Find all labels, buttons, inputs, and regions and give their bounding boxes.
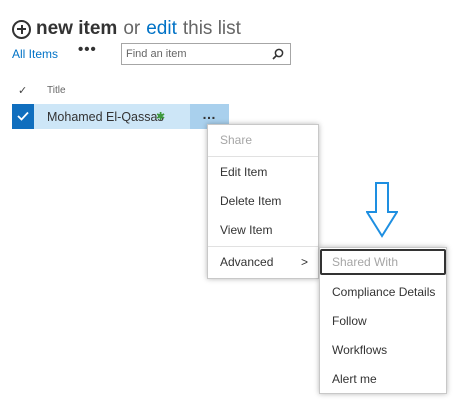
row-checkbox[interactable] (12, 104, 34, 129)
new-item-icon: ✱ (156, 111, 166, 123)
item-context-menu: Share Edit Item Delete Item View Item Ad… (207, 124, 319, 279)
menu-item-delete-item[interactable]: Delete Item (208, 188, 318, 214)
submenu-item-label: Follow (332, 314, 367, 328)
menu-item-label: Edit Item (220, 165, 268, 179)
submenu-item-label: Compliance Details (332, 285, 436, 299)
header-or-text: or (123, 18, 141, 39)
submenu-item-alert-me[interactable]: Alert me (320, 366, 446, 392)
view-options-ellipsis[interactable]: ••• (78, 41, 97, 58)
search-box (121, 43, 291, 65)
add-circle-icon[interactable] (12, 19, 31, 39)
select-all-check[interactable]: ✓ (18, 84, 27, 97)
menu-item-edit-item[interactable]: Edit Item (208, 159, 318, 185)
menu-item-label: Delete Item (220, 194, 282, 208)
down-arrow-icon (366, 182, 398, 238)
item-title-link[interactable]: Mohamed El-Qassas (47, 110, 164, 124)
menu-item-view-item[interactable]: View Item (208, 217, 318, 243)
advanced-submenu: Shared With Compliance Details Follow Wo… (319, 247, 447, 394)
submenu-item-shared-with[interactable]: Shared With (320, 249, 446, 275)
menu-item-label: View Item (220, 223, 273, 237)
submenu-item-label: Shared With (332, 255, 399, 269)
menu-item-share: Share (208, 127, 318, 153)
menu-item-advanced[interactable]: Advanced > (208, 249, 318, 275)
menu-item-share-label: Share (220, 133, 253, 147)
submenu-item-label: Workflows (332, 343, 388, 357)
header-this-list-text: this list (182, 18, 241, 39)
menu-separator (208, 246, 318, 247)
checkmark-icon (17, 111, 29, 121)
new-item-link[interactable]: new item (36, 18, 117, 40)
edit-list-link[interactable]: edit (146, 18, 177, 40)
chevron-right-icon: > (300, 255, 308, 269)
submenu-item-workflows[interactable]: Workflows (320, 337, 446, 363)
column-header-title[interactable]: Title (47, 85, 66, 96)
list-header: new item or edit this list (12, 16, 241, 42)
search-icon[interactable] (272, 48, 284, 60)
table-row[interactable]: Mohamed El-Qassas ✱ … (12, 104, 229, 129)
search-input[interactable] (126, 46, 266, 62)
submenu-item-compliance-details[interactable]: Compliance Details (320, 279, 446, 305)
menu-separator (208, 156, 318, 157)
submenu-item-follow[interactable]: Follow (320, 308, 446, 334)
submenu-item-label: Alert me (332, 372, 377, 386)
view-all-items[interactable]: All Items (12, 47, 58, 61)
menu-item-label: Advanced (220, 255, 274, 269)
